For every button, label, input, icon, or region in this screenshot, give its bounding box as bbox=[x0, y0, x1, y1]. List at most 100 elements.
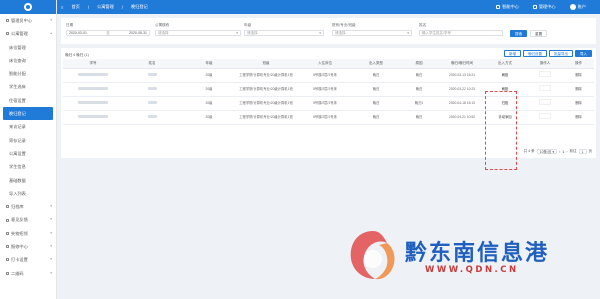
import-button[interactable]: 导入 bbox=[575, 50, 592, 57]
home-icon bbox=[532, 5, 537, 9]
add-button[interactable]: 新增 bbox=[504, 50, 521, 57]
cell-student-id bbox=[63, 110, 123, 125]
sidebar-item[interactable]: 二维码 ▾ bbox=[0, 267, 56, 280]
sidebar-item[interactable]: 导入列表 bbox=[0, 187, 56, 200]
sidebar-item[interactable]: 意见反馈 ▾ bbox=[0, 213, 56, 226]
menu-item-icon bbox=[6, 205, 9, 209]
keyword-input[interactable]: 输入学生姓名/学号 bbox=[419, 30, 503, 36]
filter-bar: 日期 2020-03-01 至 2020-05-31 公寓楼栋 请选择 ▾ 年级 … bbox=[61, 18, 596, 44]
column-header: 晚归/晚归时间 bbox=[441, 59, 483, 69]
chevron-icon: ▾ bbox=[50, 230, 52, 235]
app-logo[interactable] bbox=[0, 0, 56, 14]
user-menu[interactable]: 账户 bbox=[569, 4, 586, 10]
sidebar-item[interactable]: 学生信息 bbox=[0, 160, 56, 173]
table-row: 20级 工程学院/计算机专业/20级计算机1班 5号楼/2层/1号床 晚归 晚归 2020… bbox=[63, 110, 594, 125]
sidebar-item-label: 意见反馈 bbox=[11, 217, 28, 223]
breadcrumb-section[interactable]: 公寓管理 bbox=[97, 4, 114, 10]
chevron-icon: ▾ bbox=[50, 217, 52, 222]
redacted-name bbox=[147, 100, 157, 104]
sidebar-item[interactable]: 打卡设置 ▾ bbox=[0, 253, 56, 266]
college-placeholder: 请选择 bbox=[335, 30, 346, 35]
redacted-student-id bbox=[78, 72, 108, 76]
date-separator: 至 bbox=[106, 30, 110, 35]
column-header: 原因 bbox=[397, 59, 441, 69]
watermark-url: WWW.QDN.CN bbox=[425, 265, 519, 275]
goto-input[interactable]: 1 bbox=[578, 149, 587, 154]
export-button[interactable]: 批量导出 bbox=[549, 50, 573, 57]
sidebar-item-label: 归档库 bbox=[11, 204, 24, 210]
goto-label: 前往 bbox=[569, 149, 577, 153]
sidebar-item[interactable]: 公寓设置 bbox=[0, 147, 56, 160]
redacted-operator bbox=[539, 113, 551, 120]
delete-button[interactable]: 删除 bbox=[563, 68, 594, 83]
cell-type: 晚归 bbox=[355, 96, 397, 111]
date-range-input[interactable]: 2020-03-01 至 2020-05-31 bbox=[66, 30, 150, 36]
sidebar-item[interactable]: 学生选床 bbox=[0, 80, 56, 93]
cell-name bbox=[123, 68, 181, 83]
search-button[interactable]: 搜索 bbox=[510, 30, 528, 37]
college-select[interactable]: 请选择 ▾ bbox=[332, 30, 412, 36]
admin-center-link[interactable]: 管理中心 bbox=[532, 4, 556, 10]
page-size-select[interactable]: 10条/页 ▾ bbox=[536, 149, 558, 154]
prev-page-icon[interactable]: ‹ bbox=[559, 150, 560, 154]
date-start[interactable]: 2020-03-01 bbox=[69, 31, 87, 36]
cell-class: 工程学院/计算机专业/20级计算机1班 bbox=[237, 68, 295, 83]
sidebar-item-label: 寄存记录 bbox=[9, 137, 26, 143]
sidebar-item-label: 学生信息 bbox=[9, 164, 26, 170]
menu-item-icon bbox=[6, 258, 9, 262]
menu-toggle-icon[interactable]: ≡ bbox=[61, 5, 63, 10]
late-settings-button[interactable]: 晚归设置 bbox=[523, 50, 547, 57]
cell-reason: 晚归1 bbox=[397, 96, 441, 111]
cell-grade: 20级 bbox=[181, 96, 237, 111]
sidebar-item[interactable]: 公寓管理 ▴ bbox=[0, 27, 56, 40]
sidebar-item[interactable]: 基础数据 bbox=[0, 174, 56, 187]
grade-select[interactable]: 请选择 ▾ bbox=[244, 30, 324, 36]
menu-item-icon bbox=[6, 19, 9, 23]
column-header: 出入方式 bbox=[483, 59, 527, 69]
sidebar-item-label: 基础数据 bbox=[9, 177, 26, 183]
grid-icon bbox=[496, 5, 501, 9]
column-header: 操作 bbox=[563, 59, 594, 69]
cell-grade: 20级 bbox=[181, 68, 237, 83]
cell-method: 刷脸 bbox=[483, 82, 527, 97]
sidebar-item[interactable]: 寄存记录 bbox=[0, 134, 56, 147]
chevron-down-icon: ▾ bbox=[236, 30, 238, 35]
sidebar-item[interactable]: 床位查询 bbox=[0, 54, 56, 67]
college-label: 院系/专业/班级 bbox=[332, 23, 356, 27]
sidebar-item[interactable]: 失物招领 ▾ bbox=[0, 227, 56, 240]
breadcrumb-home[interactable]: 首页 bbox=[71, 4, 79, 10]
delete-button[interactable]: 删除 bbox=[563, 96, 594, 111]
delete-button[interactable]: 删除 bbox=[563, 82, 594, 97]
column-header: 操作人 bbox=[527, 59, 563, 69]
cell-operator bbox=[527, 82, 563, 97]
cell-operator bbox=[527, 68, 563, 83]
building-select[interactable]: 请选择 ▾ bbox=[155, 30, 241, 36]
sidebar-item[interactable]: 报修中心 ▾ bbox=[0, 240, 56, 253]
chevron-icon: ▾ bbox=[50, 270, 52, 275]
sidebar-item[interactable]: 床位管理 bbox=[0, 41, 56, 54]
sidebar-item[interactable]: 住宿设置 bbox=[0, 94, 56, 107]
current-page[interactable]: 1 bbox=[562, 150, 564, 154]
cell-class: 工程学院/计算机专业/20级计算机1班 bbox=[237, 82, 295, 97]
page-unit: 页 bbox=[588, 149, 593, 153]
chevron-down-icon: ▾ bbox=[319, 30, 321, 35]
breadcrumb-sep: / bbox=[121, 4, 123, 10]
sidebar-item[interactable]: 归档库 ▾ bbox=[0, 200, 56, 213]
sidebar-item[interactable]: 智能分配 bbox=[0, 67, 56, 80]
delete-button[interactable]: 删除 bbox=[563, 110, 594, 125]
sidebar-item[interactable]: 来访记录 bbox=[0, 120, 56, 133]
reset-button[interactable]: 重置 bbox=[530, 30, 548, 37]
cell-time: 2020-04-21 10:52 bbox=[441, 110, 483, 125]
cell-student-id bbox=[63, 96, 123, 111]
next-page-icon[interactable]: › bbox=[566, 150, 567, 154]
cell-reason: 晚归 bbox=[397, 68, 441, 83]
sidebar-item[interactable]: 管理员中心 ▾ bbox=[0, 14, 56, 27]
table-actions: 新增 晚归设置 批量导出 导入 bbox=[504, 50, 592, 57]
chevron-icon: ▾ bbox=[50, 244, 52, 249]
smart-center-link[interactable]: 智能中心 bbox=[496, 4, 519, 10]
date-end[interactable]: 2020-05-31 bbox=[129, 31, 147, 36]
chevron-icon: ▾ bbox=[50, 204, 52, 209]
sidebar-item[interactable]: 晚归登记 bbox=[3, 107, 53, 121]
cell-type: 晚归 bbox=[355, 110, 397, 125]
college-filter: 院系/专业/班级 请选择 ▾ bbox=[332, 23, 412, 36]
